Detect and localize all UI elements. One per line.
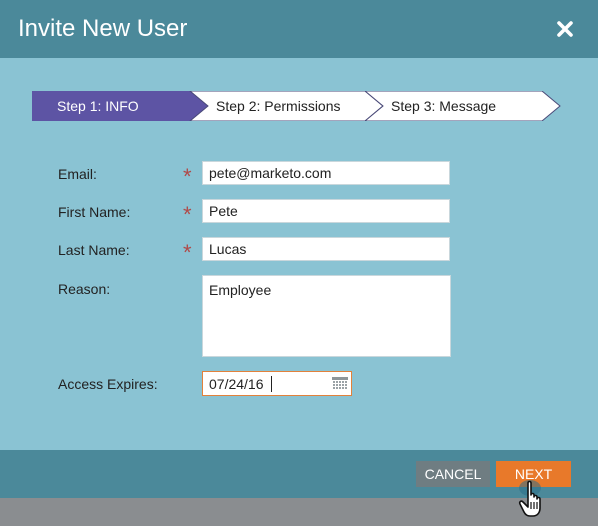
last-name-label: Last Name: (58, 242, 130, 258)
access-expires-label: Access Expires: (58, 376, 158, 392)
invite-user-dialog: Invite New User Step 1: INFO Step 2: Per… (0, 0, 598, 498)
wizard-step-permissions[interactable]: Step 2: Permissions (216, 91, 341, 121)
reason-label: Reason: (58, 281, 111, 297)
last-name-field[interactable] (202, 237, 450, 261)
email-required-mark: * (183, 164, 192, 189)
access-expires-value: 07/24/16 (209, 376, 264, 392)
calendar-icon[interactable] (332, 377, 348, 390)
close-icon[interactable] (553, 17, 577, 41)
access-expires-field[interactable]: 07/24/16 (202, 371, 352, 396)
wizard-step-message[interactable]: Step 3: Message (391, 91, 496, 121)
hand-pointer-icon (517, 478, 551, 520)
cancel-button[interactable]: CANCEL (416, 461, 490, 487)
first-name-label: First Name: (58, 204, 131, 220)
dialog-footer: CANCEL NEXT (0, 450, 598, 498)
text-caret (271, 376, 272, 392)
dialog-title: Invite New User (18, 15, 188, 42)
last-name-required-mark: * (183, 240, 192, 265)
reason-field[interactable]: Employee (202, 275, 451, 357)
wizard-steps: Step 1: INFO Step 2: Permissions Step 3:… (32, 91, 562, 121)
email-label: Email: (58, 166, 97, 182)
first-name-field[interactable] (202, 199, 450, 223)
first-name-required-mark: * (183, 202, 192, 227)
email-field[interactable] (202, 161, 450, 185)
wizard-step-info[interactable]: Step 1: INFO (57, 91, 139, 121)
dialog-titlebar: Invite New User (0, 0, 598, 58)
